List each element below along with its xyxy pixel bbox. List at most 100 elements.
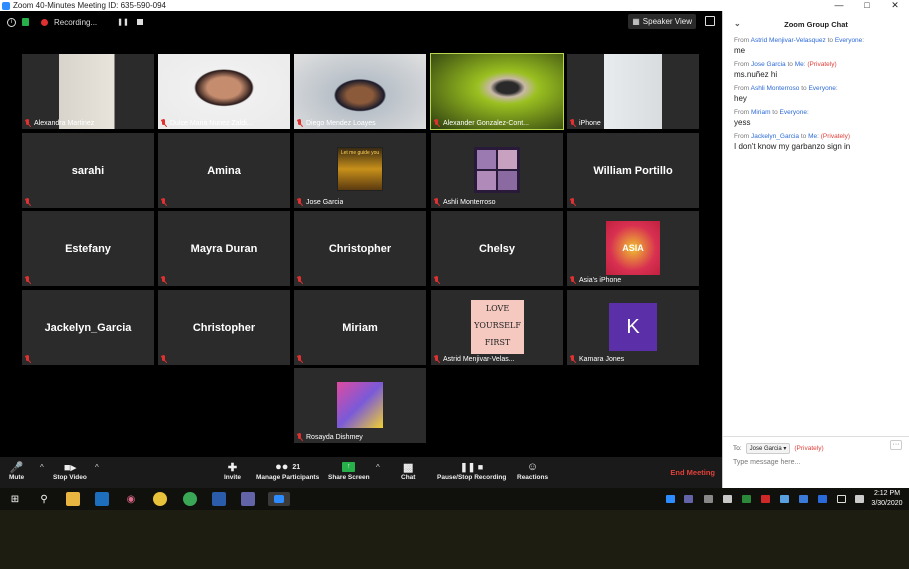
chevron-down-icon[interactable]: ⌄ xyxy=(734,19,741,28)
search-icon[interactable]: ⚲ xyxy=(37,492,51,506)
manage-participants-label: Manage Participants xyxy=(256,474,320,481)
reactions-button[interactable]: ☺ Reactions xyxy=(517,460,548,481)
mute-button[interactable]: 🎤 Mute xyxy=(9,460,24,482)
private-tag: (Privately) xyxy=(794,445,824,452)
file-explorer-icon[interactable] xyxy=(66,492,80,506)
stop-recording-icon[interactable] xyxy=(136,19,143,25)
avatar-initial: K xyxy=(626,315,640,338)
muted-microphone-icon xyxy=(570,276,576,284)
chrome-icon[interactable] xyxy=(153,492,167,506)
minimize-button[interactable]: — xyxy=(825,0,853,11)
chat-panel: ⌄ Zoom Group Chat From Astrid Menjivar-V… xyxy=(722,11,909,488)
participant-tile[interactable]: Diego Mendez Loayes xyxy=(294,54,426,129)
tray-cloud-icon[interactable] xyxy=(780,495,789,503)
zoom-taskbar-icon[interactable] xyxy=(268,492,290,506)
participant-tile[interactable]: Let me guide you Jose Garcia xyxy=(294,133,426,208)
manage-participants-button[interactable]: ●● 21 Manage Participants xyxy=(256,460,319,481)
participant-name-label: Asia's iPhone xyxy=(570,276,621,284)
chat-message-input[interactable]: Type message here... xyxy=(733,459,893,466)
teams-icon[interactable] xyxy=(241,492,255,506)
zoom-tray-icon[interactable] xyxy=(666,495,675,503)
more-options-icon[interactable]: ··· xyxy=(890,440,902,450)
recipient-name: Everyone xyxy=(779,109,807,116)
chat-message: From Ashli Monterroso to Everyone: hey xyxy=(723,85,909,103)
participant-tile[interactable]: K Kamara Jones xyxy=(567,290,699,365)
outlook-icon[interactable] xyxy=(95,492,109,506)
participant-tile[interactable]: Ashli Monterroso xyxy=(431,133,563,208)
participant-tile[interactable]: ASIA Asia's iPhone xyxy=(567,211,699,286)
participant-tile[interactable]: Christopher xyxy=(158,290,290,365)
participant-tile[interactable]: William Portillo xyxy=(567,133,699,208)
participant-tile[interactable]: Dulce Maria Nunez Zaldi... xyxy=(158,54,290,129)
participant-tile[interactable]: Rosayda Dishmey xyxy=(294,368,426,443)
participant-tile[interactable]: Christopher xyxy=(294,211,426,286)
invite-button[interactable]: ✚ Invite xyxy=(224,460,241,482)
tray-app-icon[interactable] xyxy=(723,495,732,503)
info-icon[interactable]: i xyxy=(7,17,16,27)
speaker-view-label: Speaker View xyxy=(642,17,692,26)
profile-picture: LOVE YOURSELF FIRST xyxy=(471,300,524,354)
participant-tile[interactable]: LOVE YOURSELF FIRST Astrid Menjivar-Velas..… xyxy=(431,290,563,365)
participant-name: Astrid Menjivar-Velas... xyxy=(443,355,515,363)
muted-microphone-icon xyxy=(434,276,440,284)
share-options-caret-icon[interactable]: ^ xyxy=(376,463,380,472)
participant-tile[interactable]: Amina xyxy=(158,133,290,208)
video-camera-icon: ■▸ xyxy=(63,461,76,474)
windows-taskbar: ⊞ ⚲ ◉ 2:12 PM 3/30/2020 xyxy=(0,488,909,510)
audio-options-caret-icon[interactable]: ^ xyxy=(40,463,44,472)
initial-avatar: K xyxy=(609,303,657,351)
tray-security-icon[interactable] xyxy=(742,495,751,503)
maps-icon[interactable]: ◉ xyxy=(124,492,138,506)
pause-stop-recording-button[interactable]: ❚❚ ■ Pause/Stop Recording xyxy=(437,460,506,482)
stop-video-button[interactable]: ■▸ Stop Video xyxy=(53,460,87,482)
participant-tile[interactable]: sarahi xyxy=(22,133,154,208)
lock-icon[interactable] xyxy=(22,18,29,26)
tray-network-icon[interactable] xyxy=(799,495,808,503)
participant-tile[interactable]: Miriam xyxy=(294,290,426,365)
participant-tile[interactable]: Alexander Gonzalez-Cont... xyxy=(430,53,564,130)
from-word: From xyxy=(734,109,750,116)
tray-app-icon[interactable] xyxy=(704,495,713,503)
word-icon[interactable] xyxy=(212,492,226,506)
maximize-button[interactable]: □ xyxy=(853,0,881,11)
taskbar-clock[interactable]: 2:12 PM 3/30/2020 xyxy=(867,489,907,509)
to-word: to xyxy=(787,61,793,68)
to-label: To: xyxy=(733,445,742,452)
muted-microphone-icon xyxy=(297,276,303,284)
reactions-label: Reactions xyxy=(517,474,549,481)
end-meeting-button[interactable]: End Meeting xyxy=(670,468,715,477)
participant-tile[interactable]: Alexandra Martinez xyxy=(22,54,154,129)
participant-tile[interactable]: Jackelyn_Garcia xyxy=(22,290,154,365)
chat-message-text: hey xyxy=(734,94,747,103)
participant-display-name: sarahi xyxy=(71,164,105,177)
muted-microphone-icon xyxy=(570,355,576,363)
tray-shield-icon[interactable] xyxy=(761,495,770,503)
volume-icon[interactable] xyxy=(855,495,864,503)
chat-button[interactable]: ▩ Chat xyxy=(401,460,415,482)
participant-name-label xyxy=(161,198,167,206)
fullscreen-icon[interactable] xyxy=(705,16,715,26)
participant-display-name: Chelsy xyxy=(478,242,516,255)
close-button[interactable]: ✕ xyxy=(881,0,909,11)
participant-tile[interactable]: Chelsy xyxy=(431,211,563,286)
zoom-logo-icon xyxy=(2,1,10,10)
video-options-caret-icon[interactable]: ^ xyxy=(95,463,99,472)
participant-tile[interactable]: Estefany xyxy=(22,211,154,286)
window-controls: — □ ✕ xyxy=(825,0,909,11)
muted-microphone-icon xyxy=(25,119,31,127)
recipient-select[interactable]: Jose Garcia ▾ xyxy=(745,443,791,454)
muted-microphone-icon xyxy=(434,355,440,363)
participant-tile[interactable]: iPhone xyxy=(567,54,699,129)
participant-tile[interactable]: Mayra Duran xyxy=(158,211,290,286)
participant-name-label xyxy=(434,276,440,284)
teams-tray-icon[interactable] xyxy=(684,495,693,503)
share-screen-button[interactable]: ↑ Share Screen xyxy=(328,460,370,481)
stop-video-label: Stop Video xyxy=(53,474,87,481)
bluetooth-icon[interactable] xyxy=(818,495,827,503)
chat-message-meta: From Ashli Monterroso to Everyone: xyxy=(734,85,838,92)
speaker-view-button[interactable]: ▦ Speaker View xyxy=(628,14,696,29)
chrome-profile-icon[interactable] xyxy=(183,492,197,506)
windows-start-icon[interactable]: ⊞ xyxy=(8,492,22,506)
pause-recording-icon[interactable]: ❚❚ xyxy=(117,18,129,26)
battery-icon[interactable] xyxy=(837,495,846,503)
